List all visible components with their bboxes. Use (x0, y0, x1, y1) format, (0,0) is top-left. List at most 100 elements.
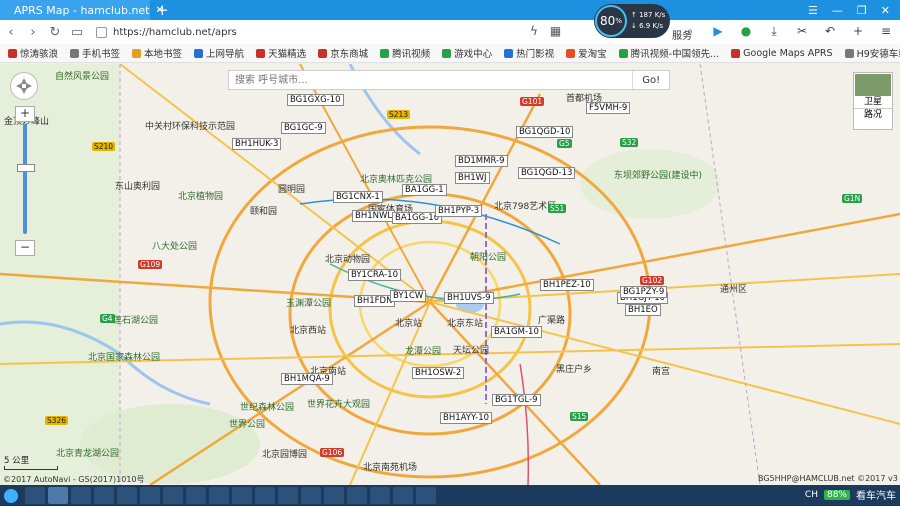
aprs-station-label[interactable]: BG1QGD-10 (516, 126, 574, 138)
aprs-station-label[interactable]: BH1UVS-9 (444, 292, 494, 304)
aprs-station-label[interactable]: BH1PYP-3 (435, 205, 483, 217)
place-label: 北京青龙湖公园 (56, 449, 120, 459)
taskbar-app-icon[interactable] (25, 487, 45, 504)
taskbar-app-icon[interactable] (209, 487, 229, 504)
aprs-station-label[interactable]: BG1CNX-1 (333, 191, 383, 203)
bookmark-item[interactable]: H9安德车载电台作... (844, 46, 900, 60)
minimize-icon[interactable]: — (832, 4, 843, 17)
taskbar-app-icon[interactable] (255, 487, 275, 504)
taskbar-app-icon[interactable] (140, 487, 160, 504)
browser-tab[interactable]: APRS Map - hamclub.net ✕ (0, 0, 164, 20)
bookmark-item[interactable]: 天猫精选 (256, 46, 306, 60)
back-icon[interactable]: ‹ (0, 25, 22, 40)
taskbar-app-icon[interactable] (278, 487, 298, 504)
aprs-station-label[interactable]: BA1GM-10 (491, 326, 542, 338)
taskbar-app-icon[interactable] (324, 487, 344, 504)
taskbar-app-icon[interactable] (347, 487, 367, 504)
taskbar-app-icon[interactable] (163, 487, 183, 504)
taskbar-app-icon[interactable] (416, 487, 436, 504)
place-label: 世纪森林公园 (240, 403, 295, 413)
scissors-icon[interactable]: ✂ (794, 24, 810, 39)
aprs-map[interactable]: 自然风景公园 金顶妙峰山 中关村环保科技示范园 东山奥利园 北京植物园 颐和园 圆明园 八大处… (0, 64, 900, 485)
road-shield: G5 (557, 139, 572, 148)
taskbar-app-icon[interactable] (117, 487, 137, 504)
bookmark-item[interactable]: Google Maps APRS (731, 48, 833, 59)
bookmark-item[interactable]: 爱淘宝 (566, 46, 607, 60)
bookmark-item[interactable]: 上网导航 (194, 46, 244, 60)
restore-icon[interactable]: ❐ (857, 4, 867, 17)
close-window-icon[interactable]: ✕ (881, 4, 890, 17)
speed-widget[interactable]: 80% ↑ 187 K/s ↓ 6.9 K/s (594, 4, 670, 38)
aprs-station-label[interactable]: BH1OSW-2 (412, 367, 465, 379)
aprs-station-label[interactable]: BG1PZY-9 (620, 286, 668, 298)
aprs-station-label[interactable]: BA1GG-1 (402, 184, 447, 196)
bookmark-item[interactable]: 腾讯视频-中国领先... (618, 46, 720, 60)
grid-icon[interactable]: ▦ (550, 24, 561, 38)
bookmark-item[interactable]: 手机书签 (70, 46, 120, 60)
taskbar-app-icon[interactable] (186, 487, 206, 504)
aprs-station-label[interactable]: F5VMH-9 (586, 102, 631, 114)
aprs-station-label[interactable]: BG1QGD-13 (518, 167, 576, 179)
aprs-station-label[interactable]: BH1HUK-3 (232, 138, 282, 150)
reading-list-icon[interactable]: ▭ (66, 25, 88, 40)
aprs-station-label[interactable]: BG1GXG-10 (287, 94, 344, 106)
url-text[interactable]: https://hamclub.net/aprs (113, 27, 237, 38)
taskbar-app-icon[interactable] (301, 487, 321, 504)
traffic-option[interactable]: 路况 (854, 108, 892, 121)
aprs-station-label[interactable]: BG1GC-9 (281, 122, 326, 134)
taskbar-app-icon[interactable] (48, 487, 68, 504)
lightning-icon[interactable]: ϟ (530, 24, 538, 38)
download-icon[interactable]: ⤓ (766, 24, 782, 39)
satellite-option[interactable]: 卫星 (854, 96, 892, 108)
bookmark-item[interactable]: 腾讯视频 (380, 46, 430, 60)
callsign-search-input[interactable] (229, 73, 633, 87)
aprs-station-label[interactable]: BH1NWL (352, 210, 396, 222)
menu-icon[interactable]: ☰ (808, 4, 818, 17)
input-method[interactable]: CH (805, 490, 818, 500)
start-button[interactable] (0, 485, 22, 506)
aprs-station-label[interactable]: BH1MQA-9 (281, 373, 333, 385)
play-icon[interactable]: ▶ (710, 24, 726, 39)
page-info-icon[interactable] (96, 26, 107, 38)
new-tab-button[interactable]: + (156, 0, 169, 20)
taskbar-app-icon[interactable] (94, 487, 114, 504)
bookmark-item[interactable]: 京东商城 (318, 46, 368, 60)
place-label: 北京南苑机场 (363, 463, 418, 473)
chat-icon[interactable]: ● (738, 24, 754, 39)
bookmark-item[interactable]: 游戏中心 (442, 46, 492, 60)
aprs-station-label[interactable]: BY1CRA-10 (348, 269, 401, 281)
hamburger-menu-icon[interactable]: ≡ (878, 24, 894, 39)
bookmark-item[interactable]: 惊涛骇浪 (8, 46, 58, 60)
aprs-station-label[interactable]: BD1MMR-9 (455, 155, 508, 167)
add-icon[interactable]: + (850, 24, 866, 39)
place-label: 天坛公园 (453, 346, 490, 356)
aprs-station-label[interactable]: BH1WJ (455, 172, 490, 184)
satellite-thumbnail-icon[interactable] (855, 74, 891, 96)
bookmark-item[interactable]: 本地书签 (132, 46, 182, 60)
map-type-selector[interactable]: 卫星 路况 (853, 72, 893, 130)
forward-icon[interactable]: › (22, 25, 44, 40)
bookmark-item[interactable]: 热门影视 (504, 46, 554, 60)
aprs-station-label[interactable]: BH1EO (625, 304, 661, 316)
aprs-station-label[interactable]: BG1TGL-9 (492, 394, 541, 406)
aprs-station-label[interactable]: BY1CW (390, 290, 427, 302)
search-go-button[interactable]: Go! (632, 71, 669, 89)
taskbar-app-icon[interactable] (71, 487, 91, 504)
aprs-station-label[interactable]: BH1PEZ-10 (540, 279, 594, 291)
zoom-control: + − (10, 72, 40, 272)
battery-indicator[interactable]: 88% (823, 489, 850, 500)
pan-control-icon[interactable] (10, 72, 38, 100)
refresh-icon[interactable]: ↻ (44, 25, 66, 40)
zoom-slider-handle[interactable] (17, 164, 35, 172)
aprs-station-label[interactable]: BH1AYY-10 (440, 412, 493, 424)
bookmark-label: 天猫精选 (268, 49, 307, 60)
taskbar-app-icon[interactable] (393, 487, 413, 504)
bookmark-label: 腾讯视频-中国领先... (630, 49, 720, 60)
taskbar-app-icon[interactable] (370, 487, 390, 504)
zoom-out-button[interactable]: − (15, 240, 35, 256)
zoom-in-button[interactable]: + (15, 106, 35, 122)
zoom-slider[interactable] (17, 124, 35, 234)
address-bar[interactable]: https://hamclub.net/aprs (96, 26, 237, 38)
undo-icon[interactable]: ↶ (822, 24, 838, 39)
taskbar-app-icon[interactable] (232, 487, 252, 504)
